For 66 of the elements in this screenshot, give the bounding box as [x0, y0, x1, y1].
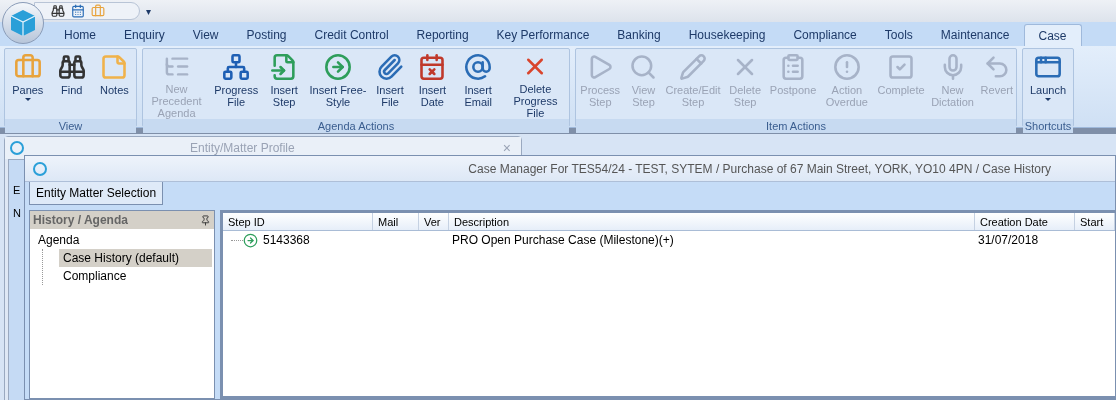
- calendar-icon[interactable]: [71, 4, 85, 18]
- ribbon-tab[interactable]: Enquiry: [110, 24, 179, 46]
- column-header[interactable]: Start: [1075, 213, 1115, 230]
- ribbon-button[interactable]: Notes: [97, 49, 132, 119]
- window-icon: [1034, 53, 1062, 81]
- window-title: Entity/Matter Profile: [190, 140, 295, 157]
- tree-item[interactable]: Compliance: [59, 267, 212, 285]
- app-icon: [33, 161, 47, 176]
- pane-title: History / Agenda: [33, 212, 128, 229]
- ribbon-button[interactable]: Insert File: [369, 49, 411, 119]
- ribbon-button[interactable]: Insert Email: [454, 49, 502, 119]
- table-cell: PRO Open Purchase Case (Milestone)(+): [452, 233, 674, 247]
- group-title: Item Actions: [576, 119, 1016, 133]
- briefcase-icon: [13, 53, 42, 81]
- app-icon: [10, 141, 24, 155]
- ribbon-button[interactable]: Find: [54, 49, 89, 119]
- binoculars-icon[interactable]: [51, 4, 65, 18]
- ribbon-tab[interactable]: Banking: [603, 24, 675, 46]
- group-title: Agenda Actions: [143, 119, 569, 133]
- group-title: View: [5, 119, 136, 133]
- ribbon-tab[interactable]: Maintenance: [926, 24, 1024, 46]
- table-cell: 31/07/2018: [978, 233, 1039, 247]
- toolbar-button[interactable]: Entity Matter Selection: [29, 182, 164, 205]
- ribbon-button[interactable]: Delete Progress File: [501, 49, 569, 119]
- ribbon-tab[interactable]: Credit Control: [300, 24, 403, 46]
- caret-icon: [1045, 98, 1051, 101]
- ribbon-tab[interactable]: Posting: [232, 24, 301, 46]
- ribbon-tab[interactable]: Compliance: [779, 24, 871, 46]
- column-header[interactable]: Step ID: [223, 213, 373, 230]
- table-row[interactable]: 5143368 PRO Open Purchase Case (Milestone)(+) 31/07/2018: [223, 231, 1115, 249]
- ribbon-tab[interactable]: Case: [1023, 24, 1082, 46]
- group-title: Shortcuts: [1023, 119, 1073, 133]
- ribbon-tab[interactable]: View: [178, 24, 233, 46]
- table-cell-text: 5143368: [263, 232, 310, 249]
- ribbon-button[interactable]: Insert Free-Style: [306, 49, 370, 119]
- paperclip-icon: [376, 53, 405, 81]
- tree-item[interactable]: Agenda: [32, 231, 212, 249]
- ribbon-button[interactable]: Launch: [1026, 49, 1070, 119]
- field-label: N: [13, 207, 22, 220]
- window-title: Case Manager For TES54/24 - TEST, SYTEM / Purchase of 67 Main Street, YORK, YO10 4PN / Case History: [468, 160, 1051, 178]
- pin-icon[interactable]: [200, 214, 211, 226]
- binoculars-icon: [57, 53, 86, 81]
- column-header[interactable]: Description: [449, 213, 975, 230]
- ribbon-button[interactable]: Panes: [9, 49, 47, 119]
- calendar-icon: [418, 53, 447, 81]
- pencil-icon: [679, 53, 707, 81]
- toolbar-menu-glyph[interactable]: ▾: [146, 3, 151, 19]
- field-label: E: [13, 184, 22, 197]
- ribbon-button[interactable]: Progress File: [210, 49, 263, 119]
- ribbon-tab[interactable]: Key Performance: [482, 24, 604, 46]
- ribbon-button[interactable]: Insert Step: [262, 49, 307, 119]
- column-header[interactable]: Mail: [373, 213, 419, 230]
- ribbon-button[interactable]: Insert Date: [410, 49, 455, 119]
- note-icon: [100, 53, 129, 81]
- column-header[interactable]: Creation Date: [975, 213, 1075, 230]
- search-icon: [629, 53, 658, 81]
- tree-item[interactable]: Case History (default): [59, 249, 212, 267]
- alert-icon: [832, 53, 861, 81]
- at-sign-icon: [464, 53, 493, 81]
- column-header[interactable]: Ver: [419, 213, 449, 230]
- checkbox-icon: [887, 53, 915, 81]
- ribbon-tab[interactable]: Tools: [870, 24, 927, 46]
- ribbon-tab[interactable]: Housekeeping: [674, 24, 780, 46]
- caret-icon: [24, 98, 31, 101]
- ribbon-tab[interactable]: Home: [50, 24, 110, 46]
- ribbon-tab[interactable]: Reporting: [402, 24, 483, 46]
